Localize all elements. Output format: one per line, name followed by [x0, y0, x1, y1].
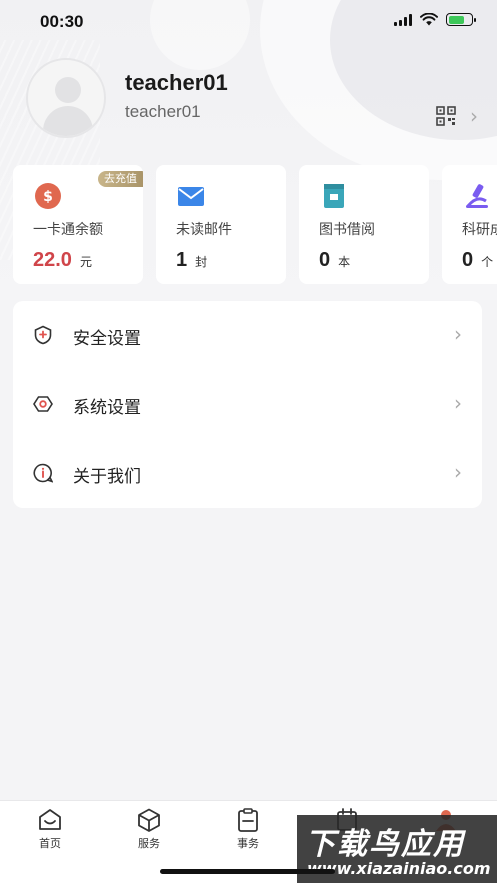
- card-value: 0个: [462, 249, 494, 271]
- card-research[interactable]: 科研成 0个: [442, 165, 497, 284]
- chevron-right-icon: ›: [454, 460, 462, 484]
- shield-icon: [34, 325, 52, 345]
- summary-cards: 去充值 $ 一卡通余额 22.0元 未读邮件 1封 图书借阅 0本 科研成 0个: [13, 165, 497, 284]
- tab-label: 服务: [138, 837, 160, 850]
- chevron-right-icon: ›: [454, 322, 462, 346]
- user-account: teacher01: [125, 102, 201, 121]
- card-label: 科研成: [462, 222, 497, 238]
- battery-icon: [446, 13, 476, 26]
- tab-services[interactable]: 服务: [119, 807, 179, 851]
- home-icon: [39, 809, 61, 830]
- chevron-right-icon[interactable]: ›: [470, 104, 478, 128]
- cube-icon: [138, 808, 160, 832]
- tab-affairs[interactable]: 事务: [218, 807, 278, 851]
- chevron-right-icon: ›: [454, 391, 462, 415]
- tab-home[interactable]: 首页: [20, 807, 80, 851]
- home-indicator[interactable]: [160, 869, 335, 874]
- info-chat-icon: [33, 463, 53, 483]
- tab-label: 事务: [237, 837, 259, 850]
- card-library-borrow[interactable]: 图书借阅 0本: [299, 165, 429, 284]
- settings-row-security[interactable]: 安全设置 ›: [13, 301, 482, 370]
- card-label: 未读邮件: [176, 222, 232, 238]
- clipboard-icon: [238, 808, 258, 832]
- settings-row-about[interactable]: 关于我们 ›: [13, 439, 482, 508]
- user-name: teacher01: [125, 70, 228, 95]
- settings-label: 系统设置: [73, 398, 141, 418]
- status-time: 00:30: [40, 12, 84, 31]
- mail-icon: [178, 187, 204, 206]
- card-value: 0本: [319, 249, 351, 271]
- qr-code-icon[interactable]: [436, 106, 456, 126]
- card-value: 22.0 元: [33, 249, 92, 271]
- wifi-icon: [420, 13, 438, 26]
- settings-label: 安全设置: [73, 329, 141, 349]
- tab-label: 首页: [39, 837, 61, 850]
- settings-list: 安全设置 › 系统设置 › 关于我们 ›: [13, 301, 482, 508]
- card-label: 一卡通余额: [33, 222, 103, 238]
- avatar[interactable]: [26, 58, 106, 138]
- microscope-icon: [466, 184, 488, 208]
- svg-text:$: $: [43, 189, 53, 205]
- card-value: 1封: [176, 249, 208, 271]
- gear-icon: [33, 396, 53, 412]
- card-campus-card-balance[interactable]: 去充值 $ 一卡通余额 22.0 元: [13, 165, 143, 284]
- dollar-coin-icon: $: [35, 183, 61, 209]
- recharge-badge[interactable]: 去充值: [98, 171, 143, 187]
- settings-label: 关于我们: [73, 467, 141, 487]
- cellular-signal-icon: [394, 13, 412, 26]
- card-label: 图书借阅: [319, 222, 375, 238]
- book-icon: [324, 184, 344, 208]
- settings-row-system[interactable]: 系统设置 ›: [13, 370, 482, 439]
- card-unread-mail[interactable]: 未读邮件 1封: [156, 165, 286, 284]
- status-bar: 00:30: [0, 0, 497, 44]
